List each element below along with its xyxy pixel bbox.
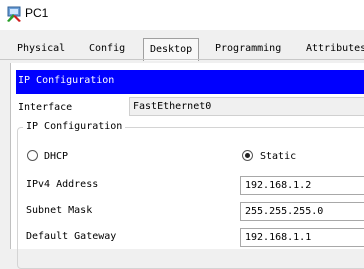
panel-border: [10, 63, 11, 249]
tab-bar: Physical Config Desktop Programming Attr…: [0, 38, 364, 61]
tab-desktop[interactable]: Desktop: [143, 38, 200, 61]
default-gateway-value: 192.168.1.1: [245, 232, 312, 243]
ip-config-legend: IP Configuration: [23, 121, 126, 132]
dhcp-label[interactable]: DHCP: [44, 151, 68, 162]
tab-physical[interactable]: Physical: [17, 38, 65, 59]
ipv4-address-input[interactable]: 192.168.1.2: [240, 176, 364, 195]
tab-programming[interactable]: Programming: [215, 38, 281, 59]
header-title: IP Configuration: [18, 75, 115, 86]
default-gateway-label: Default Gateway: [26, 231, 117, 242]
dhcp-radio[interactable]: [27, 150, 38, 161]
subnet-mask-input[interactable]: 255.255.255.0: [240, 202, 364, 221]
tab-config[interactable]: Config: [89, 38, 125, 59]
static-radio-selected-dot: [245, 153, 250, 158]
static-radio[interactable]: [242, 150, 253, 161]
default-gateway-input[interactable]: 192.168.1.1: [240, 228, 364, 247]
ip-config-group: [17, 127, 364, 269]
pc-window-icon: [7, 6, 21, 22]
subnet-mask-label: Subnet Mask: [26, 205, 93, 216]
ipv4-address-value: 192.168.1.2: [245, 180, 312, 191]
subnet-mask-value: 255.255.255.0: [245, 206, 324, 217]
ip-configuration-header: IP Configuration: [16, 70, 364, 94]
window-title: PC1: [25, 6, 49, 20]
static-label[interactable]: Static: [260, 151, 296, 162]
interface-select[interactable]: FastEthernet0: [129, 97, 364, 116]
interface-value: FastEthernet0: [133, 101, 212, 112]
title-bar: PC1: [0, 0, 364, 30]
ipv4-address-label: IPv4 Address: [26, 179, 99, 190]
tab-attributes[interactable]: Attributes: [306, 38, 364, 59]
tab-divider: [0, 59, 364, 60]
interface-label: Interface: [18, 102, 73, 113]
